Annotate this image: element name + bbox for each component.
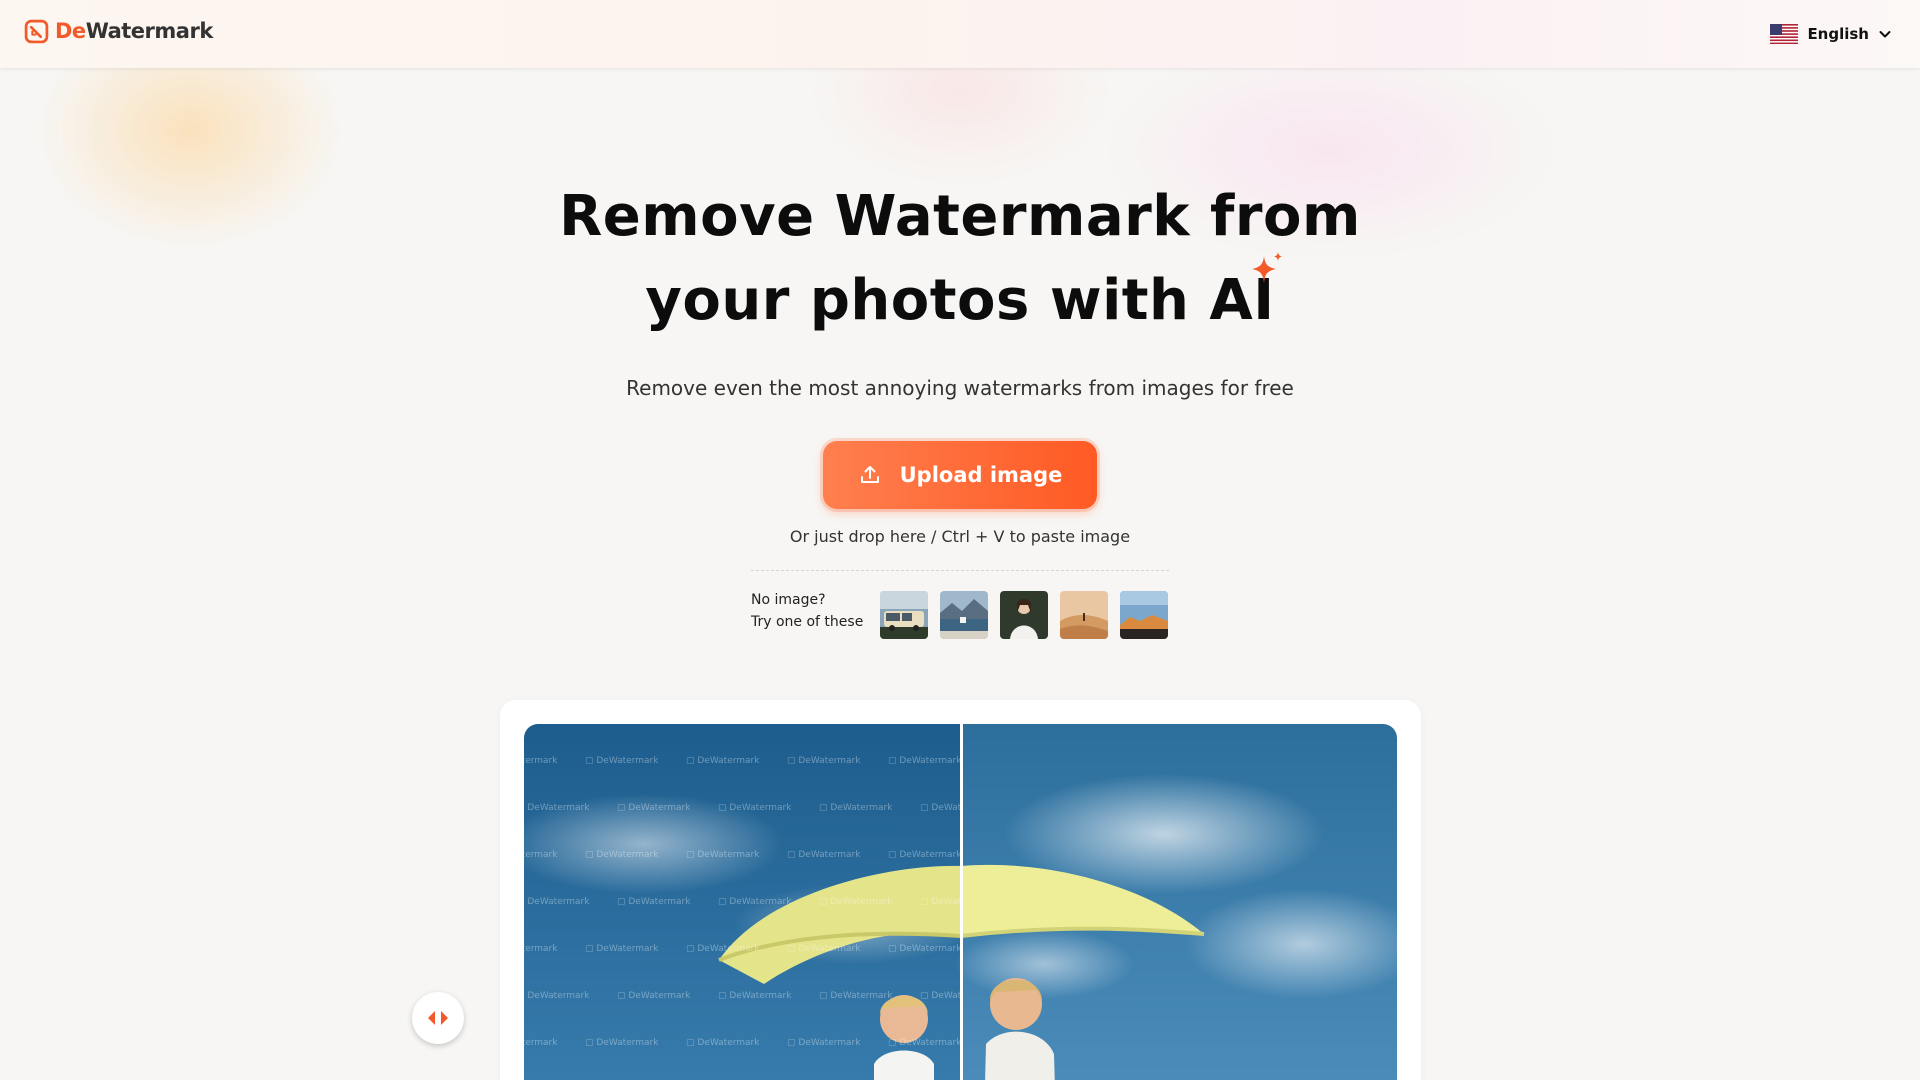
mountain-sunset-thumbnail [1120, 591, 1168, 639]
hero-subtitle: Remove even the most annoying watermarks… [626, 376, 1294, 400]
divider [751, 570, 1169, 571]
sample-images [880, 591, 1168, 639]
hero-title-line2: your photos with AI [645, 268, 1275, 333]
portrait-thumbnail [1000, 591, 1048, 639]
hero-title: Remove Watermark from your photos with A… [460, 175, 1460, 343]
comparison-divider-line [960, 724, 963, 1080]
chevron-down-icon [1879, 31, 1891, 38]
upload-image-button[interactable]: Upload image [823, 441, 1097, 509]
sample-thumbnail-desert[interactable] [1060, 591, 1108, 639]
sample-label-line2: Try one of these [751, 614, 864, 630]
logo-suffix: Watermark [85, 19, 214, 43]
language-selector[interactable]: English [1770, 22, 1892, 46]
comparison-slider-handle[interactable] [412, 992, 464, 1044]
sample-thumbnail-portrait[interactable] [1000, 591, 1048, 639]
logo-icon [24, 19, 49, 43]
us-flag-icon [1770, 24, 1799, 44]
drag-arrows-icon [428, 1011, 448, 1025]
lake-thumbnail [940, 591, 988, 639]
logo-prefix: De [55, 19, 86, 43]
hero-title-line1: Remove Watermark from [559, 184, 1361, 249]
sample-thumbnail-lake[interactable] [940, 591, 988, 639]
before-after-comparison[interactable]: ▢ DeWatermark▢ DeWatermark▢ DeWatermark▢… [524, 724, 1397, 1080]
upload-icon [860, 466, 879, 483]
sparkle-icon [1252, 252, 1282, 283]
desert-thumbnail [1060, 591, 1108, 639]
upload-button-label: Upload image [899, 463, 1063, 487]
top-navbar: DeWatermark English [0, 0, 1920, 68]
language-label: English [1807, 25, 1869, 43]
sample-thumbnail-van[interactable] [880, 591, 928, 639]
drop-hint: Or just drop here / Ctrl + V to paste im… [789, 527, 1131, 546]
logo[interactable]: DeWatermark [24, 16, 213, 46]
sample-images-label: No image? Try one of these [751, 589, 863, 633]
logo-wordmark: DeWatermark [55, 19, 213, 43]
sample-label-line1: No image? [751, 592, 826, 608]
sample-thumbnail-mountain-sunset[interactable] [1120, 591, 1168, 639]
van-thumbnail [880, 591, 928, 639]
